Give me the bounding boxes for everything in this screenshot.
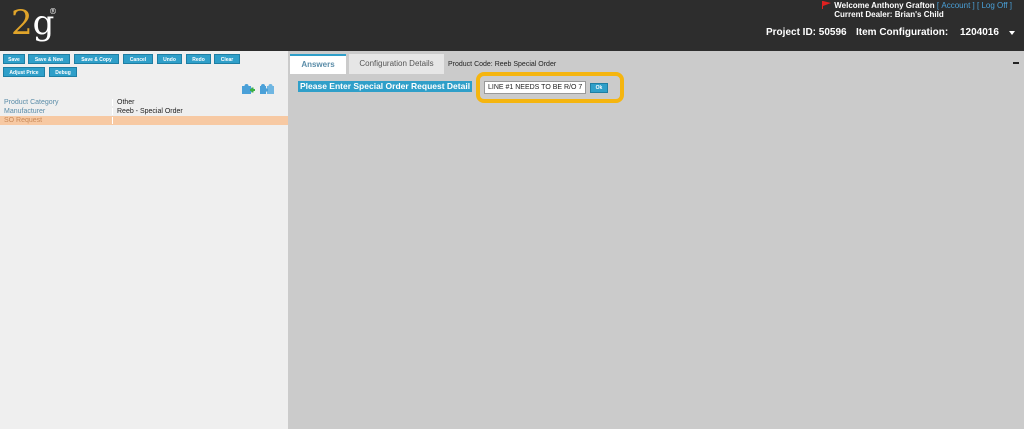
- attribute-divider: [112, 108, 113, 115]
- account-link[interactable]: Account: [941, 1, 970, 10]
- attribute-key: Product Category: [4, 99, 59, 106]
- ok-button[interactable]: Ok: [590, 83, 608, 93]
- attribute-value: Reeb - Special Order: [117, 108, 183, 115]
- tab-configuration-details[interactable]: Configuration Details: [349, 54, 444, 74]
- attribute-key: Manufacturer: [4, 108, 46, 115]
- attribute-key: SO Request: [4, 117, 43, 124]
- app-logo: 2g ®: [11, 3, 57, 43]
- cancel-button[interactable]: Cancel: [123, 54, 153, 64]
- product-code: Product Code: Reeb Special Order: [448, 61, 557, 68]
- attribute-row-so-request[interactable]: SO Request: [0, 116, 288, 125]
- answer-input[interactable]: LINE #1 NEEDS TO BE R/O 7: [484, 81, 586, 94]
- puzzle-group-icon[interactable]: [259, 83, 275, 95]
- collapse-icon[interactable]: [1013, 62, 1019, 64]
- welcome-text: Welcome Anthony Grafton: [834, 1, 935, 10]
- logo-registered-mark: ®: [49, 7, 57, 16]
- attribute-row-manufacturer[interactable]: Manufacturer Reeb - Special Order: [0, 107, 288, 116]
- attribute-value: Other: [117, 99, 135, 106]
- chevron-down-icon[interactable]: [1009, 31, 1015, 35]
- left-panel: Save Save & New Save & Copy Cancel Undo …: [0, 51, 288, 429]
- app-header: 2g ® Welcome Anthony Grafton [ Account ]…: [0, 0, 1024, 51]
- main-panel: Answers Configuration Details Product Co…: [288, 51, 1024, 429]
- add-puzzle-icon[interactable]: [241, 83, 255, 95]
- attribute-divider: [112, 99, 113, 106]
- attribute-divider: [112, 117, 113, 124]
- undo-button[interactable]: Undo: [157, 54, 182, 64]
- user-welcome: Welcome Anthony Grafton [ Account ] [ Lo…: [822, 1, 1012, 19]
- question-label: Please Enter Special Order Request Detai…: [298, 81, 473, 92]
- clear-button[interactable]: Clear: [214, 54, 240, 64]
- tab-answers[interactable]: Answers: [290, 54, 346, 74]
- item-config-value[interactable]: 1204016: [960, 27, 999, 39]
- flag-icon: [822, 1, 832, 9]
- project-id: Project ID: 50596: [766, 27, 847, 38]
- adjust-price-button[interactable]: Adjust Price: [3, 67, 45, 77]
- current-dealer: Current Dealer: Brian's Child: [834, 10, 944, 19]
- attribute-row-product-category[interactable]: Product Category Other: [0, 98, 288, 107]
- save-new-button[interactable]: Save & New: [28, 54, 70, 64]
- redo-button[interactable]: Redo: [186, 54, 211, 64]
- logoff-link[interactable]: Log Off: [981, 1, 1007, 10]
- item-config-label: Item Configuration:: [856, 27, 949, 38]
- bracket-open: [: [936, 1, 940, 10]
- bracket-close: ]: [1009, 1, 1012, 10]
- save-button[interactable]: Save: [3, 54, 25, 64]
- debug-button[interactable]: Debug: [49, 67, 77, 77]
- save-copy-button[interactable]: Save & Copy: [74, 54, 119, 64]
- bracket-sep: ] [: [972, 1, 980, 10]
- logo-digit: 2: [11, 3, 33, 43]
